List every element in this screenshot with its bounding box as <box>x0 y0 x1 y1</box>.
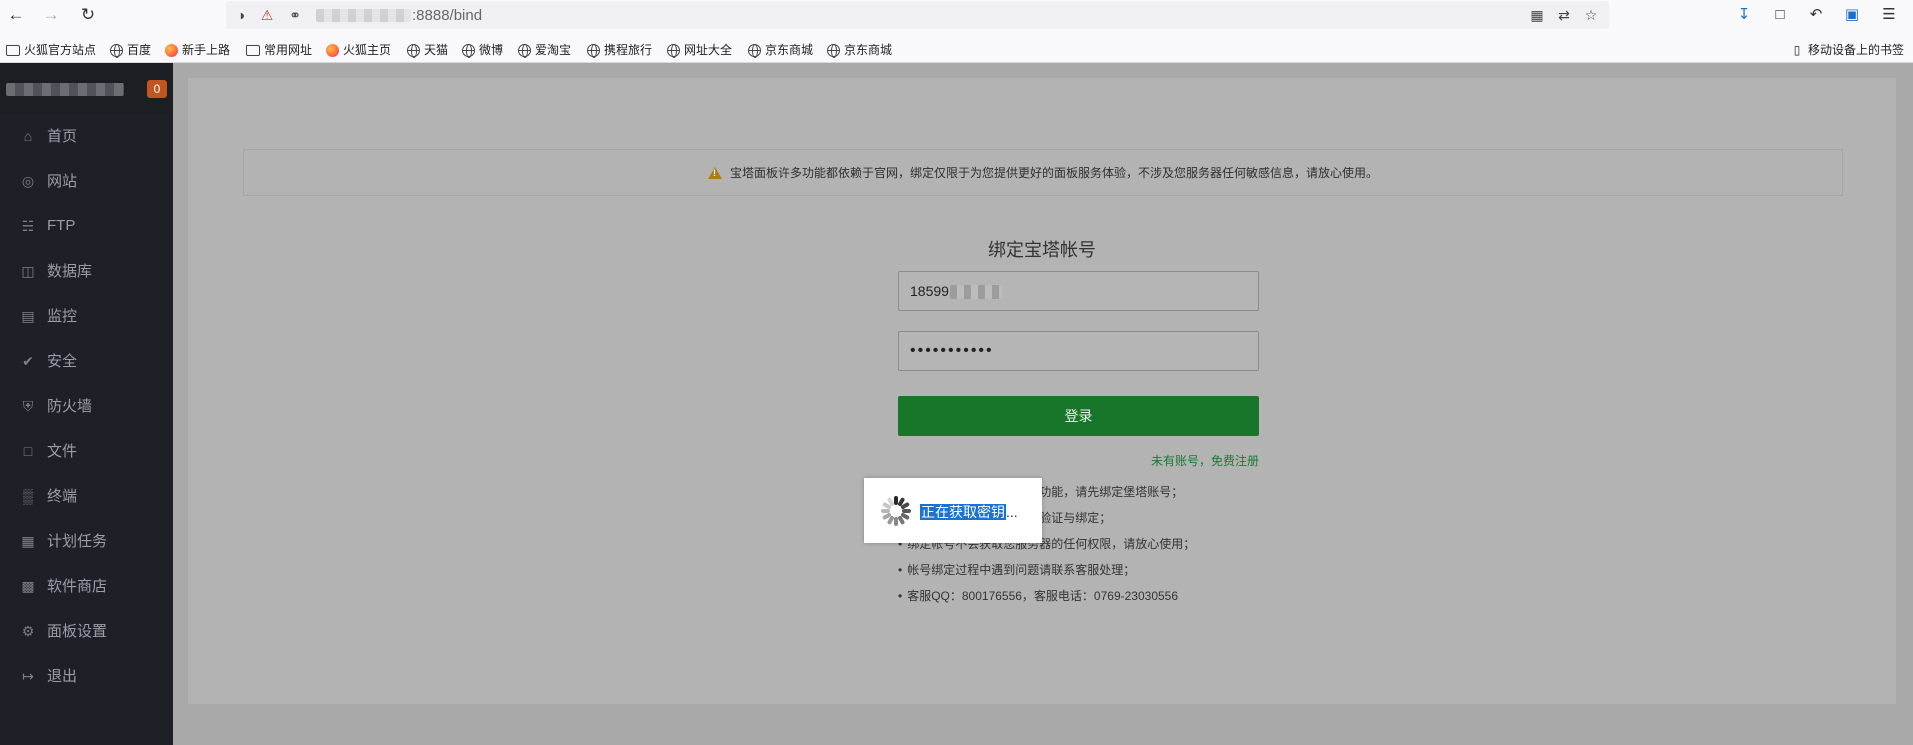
sidebar-item-settings[interactable]: ⚙ 面板设置 <box>0 608 173 653</box>
folder-icon <box>6 44 20 56</box>
qr-code-icon[interactable]: ▦ <box>1528 6 1546 24</box>
username-field[interactable]: 18599 <box>898 271 1259 311</box>
apps-icon: ▩ <box>21 577 35 594</box>
globe-icon <box>407 43 420 58</box>
database-icon: ◫ <box>21 262 35 279</box>
firefox-icon <box>165 43 178 57</box>
sidebar-item-logout[interactable]: ↦ 退出 <box>0 653 173 698</box>
page-title: 绑定宝塔帐号 <box>988 240 1096 260</box>
bookmark-star-icon[interactable]: ☆ <box>1582 6 1600 24</box>
password-field[interactable]: ••••••••••• <box>898 331 1259 371</box>
ftp-icon: ☵ <box>21 217 35 234</box>
blurred-server-ip <box>6 83 124 96</box>
url-text[interactable]: :8888/bind <box>412 7 482 24</box>
notice-banner: 宝塔面板许多功能都依赖于官网，绑定仅限于为您提供更好的面板服务体验，不涉及您服务… <box>243 149 1843 196</box>
loading-dialog: 正在获取密钥... <box>864 478 1042 543</box>
globe-icon <box>827 43 840 58</box>
tracking-shield-icon[interactable]: ◑ <box>232 6 250 24</box>
browser-chrome: ← → ↻ ◑ ⚠ ⚭ :8888/bind ▦ ⇄ ☆ ↧ □ ↶ ▣ ☰ 火… <box>0 0 1913 63</box>
gear-icon: ⚙ <box>21 622 35 639</box>
globe-icon <box>518 43 531 58</box>
globe-icon <box>748 43 761 58</box>
bookmark-item[interactable]: 携程旅行 <box>587 41 652 59</box>
forward-arrow-icon[interactable]: → <box>41 5 61 25</box>
sidebar-item-app-store[interactable]: ▩ 软件商店 <box>0 563 173 608</box>
shield-check-icon: ✔ <box>22 352 34 369</box>
translate-icon[interactable]: ⇄ <box>1555 6 1573 24</box>
spinner-segment <box>894 517 898 526</box>
sidebar-item-terminal[interactable]: ▒ 终端 <box>0 473 173 518</box>
sidebar-item-monitor[interactable]: ▤ 监控 <box>0 293 173 338</box>
monitor-icon: ▤ <box>21 307 35 324</box>
panel-app: 0 ⌂ 首页 ◎ 网站 ☵ FTP ◫ 数据库 ▤ 监控 ✔ 安全 ⛨ 防火墙 □ 文件 ▒ 终端… <box>0 63 1913 745</box>
menu-hamburger-icon[interactable]: ☰ <box>1879 5 1899 25</box>
folder-icon <box>246 44 260 56</box>
translate-extension-icon[interactable]: ▣ <box>1842 5 1862 25</box>
bookmark-item[interactable]: 百度 <box>110 41 151 59</box>
loading-ellipsis: ... <box>1006 504 1018 520</box>
sidebar-item-ftp[interactable]: ☵ FTP <box>0 203 173 248</box>
sidebar-item-home[interactable]: ⌂ 首页 <box>0 113 173 158</box>
bookmark-item[interactable]: 火狐官方站点 <box>6 41 96 59</box>
bookmark-item[interactable]: 京东商城 <box>827 41 892 59</box>
home-icon: ⌂ <box>23 127 33 144</box>
globe-icon <box>110 43 123 58</box>
sidebar-item-files[interactable]: □ 文件 <box>0 428 173 473</box>
sidebar-item-firewall[interactable]: ⛨ 防火墙 <box>0 383 173 428</box>
folder-icon: □ <box>23 442 33 459</box>
bookmark-item[interactable]: 新手上路 <box>165 41 230 59</box>
download-icon[interactable]: ↧ <box>1734 5 1754 25</box>
sidebar-item-cron[interactable]: ▦ 计划任务 <box>0 518 173 563</box>
bind-panel: 宝塔面板许多功能都依赖于官网，绑定仅限于为您提供更好的面板服务体验，不涉及您服务… <box>188 78 1896 704</box>
reload-icon[interactable]: ↻ <box>78 5 98 25</box>
username-value: 18599 <box>910 283 949 299</box>
address-bar[interactable]: ◑ ⚠ ⚭ :8888/bind ▦ ⇄ ☆ <box>226 1 1609 29</box>
sidebar-item-security[interactable]: ✔ 安全 <box>0 338 173 383</box>
shield-icon: ⛨ <box>22 397 34 414</box>
notification-badge[interactable]: 0 <box>147 80 167 98</box>
main-content: 宝塔面板许多功能都依赖于官网，绑定仅限于为您提供更好的面板服务体验，不涉及您服务… <box>173 63 1913 745</box>
bookmark-item[interactable]: 网址大全 <box>667 41 732 59</box>
login-button[interactable]: 登录 <box>898 396 1259 436</box>
mobile-bookmarks[interactable]: ▯ 移动设备上的书签 <box>1790 41 1904 59</box>
loading-text-selected: 正在获取密钥 <box>920 504 1006 520</box>
terminal-icon: ▒ <box>23 487 33 504</box>
register-link[interactable]: 未有账号，免费注册 <box>1148 452 1259 469</box>
spinner-segment <box>881 509 890 513</box>
warning-icon <box>707 166 722 179</box>
bookmark-item[interactable]: 京东商城 <box>748 41 813 59</box>
sidebar: 0 ⌂ 首页 ◎ 网站 ☵ FTP ◫ 数据库 ▤ 监控 ✔ 安全 ⛨ 防火墙 □ 文件 ▒ 终端… <box>0 63 173 745</box>
key-icon[interactable]: ⚭ <box>286 6 304 24</box>
loading-spinner-icon <box>880 495 912 527</box>
calendar-icon: ▦ <box>21 532 35 549</box>
blurred-phone-digits <box>949 285 1002 300</box>
sidebar-header: 0 <box>0 63 173 113</box>
back-arrow-icon[interactable]: ← <box>6 5 26 25</box>
insecure-connection-icon[interactable]: ⚠ <box>258 6 276 24</box>
bookmark-item[interactable]: 火狐主页 <box>326 41 391 59</box>
sidebar-item-database[interactable]: ◫ 数据库 <box>0 248 173 293</box>
loading-message: 正在获取密钥... <box>920 502 1018 522</box>
sidebar-item-website[interactable]: ◎ 网站 <box>0 158 173 203</box>
firefox-icon <box>326 43 339 57</box>
globe-icon <box>587 43 600 58</box>
navigation-toolbar: ← → ↻ ◑ ⚠ ⚭ :8888/bind ▦ ⇄ ☆ ↧ □ ↶ ▣ ☰ <box>0 0 1913 30</box>
bookmark-item[interactable]: 常用网址 <box>246 41 312 59</box>
bookmark-item[interactable]: 微博 <box>462 41 503 59</box>
mobile-device-icon: ▯ <box>1793 43 1801 57</box>
undo-icon[interactable]: ↶ <box>1806 5 1826 25</box>
notice-text: 宝塔面板许多功能都依赖于官网，绑定仅限于为您提供更好的面板服务体验，不涉及您服务… <box>729 166 1378 180</box>
globe-icon <box>667 43 680 58</box>
globe-icon <box>462 43 475 58</box>
logout-icon: ↦ <box>22 667 34 684</box>
globe-icon: ◎ <box>21 172 35 189</box>
tip-item: 客服QQ：800176556，客服电话：0769-23030556 <box>898 587 1178 604</box>
bookmark-item[interactable]: 爱淘宝 <box>518 41 571 59</box>
tip-item: 帐号绑定过程中遇到问题请联系客服处理； <box>898 561 1135 578</box>
blurred-host <box>316 9 411 22</box>
bookmarks-toolbar: 火狐官方站点 百度 新手上路 常用网址 火狐主页 天猫 微博 爱淘宝 携程旅行 … <box>0 38 1913 62</box>
screenshot-crop-icon[interactable]: □ <box>1770 5 1790 25</box>
bookmark-item[interactable]: 天猫 <box>407 41 448 59</box>
